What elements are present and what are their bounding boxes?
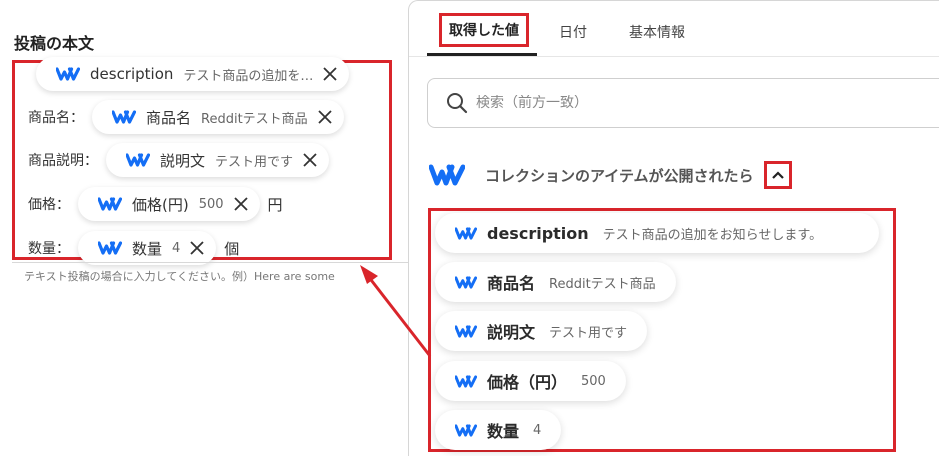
field-hint: テキスト投稿の場合に入力してください。例）Here are some bbox=[24, 270, 335, 283]
value-item-name: 価格（円） bbox=[487, 373, 568, 392]
chip-value: Redditテスト商品 bbox=[201, 111, 308, 127]
collection-header: コレクションのアイテムが公開されたら bbox=[429, 161, 792, 189]
field-label: 商品名： bbox=[28, 110, 84, 126]
chip-name: 説明文 bbox=[160, 151, 206, 170]
tab-retrieved-values[interactable]: 取得した値 bbox=[439, 13, 529, 47]
field-row-quantity: 数量： 数量 4 個 bbox=[28, 231, 239, 265]
webflow-logo-icon bbox=[112, 110, 136, 124]
search-input[interactable] bbox=[476, 95, 876, 111]
value-item-product-name[interactable]: 商品名 Redditテスト商品 bbox=[435, 262, 676, 302]
tab-bar: 取得した値 日付 基本情報 bbox=[409, 1, 939, 57]
active-tab-indicator bbox=[427, 53, 537, 56]
variable-chip-price[interactable]: 価格(円) 500 bbox=[78, 187, 260, 221]
webflow-logo-icon bbox=[455, 423, 477, 437]
close-icon[interactable] bbox=[323, 67, 338, 81]
chip-value: テスト用です bbox=[215, 154, 294, 170]
value-item-value: テスト用です bbox=[549, 325, 628, 341]
chip-name: description bbox=[90, 65, 174, 83]
chip-value: 4 bbox=[172, 240, 181, 256]
chip-value: 500 bbox=[198, 196, 224, 212]
chip-name: 商品名 bbox=[146, 108, 192, 127]
webflow-logo-icon bbox=[56, 67, 80, 81]
field-row-description: description テスト商品の追加を… bbox=[36, 57, 350, 91]
variable-chip-product-name[interactable]: 商品名 Redditテスト商品 bbox=[92, 100, 344, 134]
field-row-product-name: 商品名： 商品名 Redditテスト商品 bbox=[28, 100, 344, 134]
divider bbox=[12, 262, 408, 263]
webflow-logo-icon bbox=[429, 164, 465, 186]
webflow-logo-icon bbox=[455, 226, 477, 240]
chip-value: テスト商品の追加を… bbox=[183, 68, 314, 84]
value-item-description[interactable]: description テスト商品の追加をお知らせします。 bbox=[435, 213, 879, 253]
field-label: 価格： bbox=[28, 197, 70, 213]
webflow-logo-icon bbox=[98, 241, 122, 255]
variable-chip-quantity[interactable]: 数量 4 bbox=[78, 231, 217, 265]
value-item-value: テスト商品の追加をお知らせします。 bbox=[602, 227, 823, 243]
variable-chip-description-text[interactable]: 説明文 テスト用です bbox=[106, 143, 330, 177]
search-box[interactable] bbox=[427, 78, 939, 128]
close-icon[interactable] bbox=[233, 197, 248, 211]
value-item-value: 4 bbox=[533, 422, 542, 438]
webflow-logo-icon bbox=[98, 197, 122, 211]
field-label: 商品説明： bbox=[28, 153, 98, 169]
value-item-price[interactable]: 価格（円） 500 bbox=[435, 361, 626, 401]
variable-chip-description[interactable]: description テスト商品の追加を… bbox=[36, 57, 350, 91]
value-item-name: 説明文 bbox=[487, 323, 536, 342]
value-item-value: Redditテスト商品 bbox=[549, 276, 656, 292]
unit-suffix: 個 bbox=[224, 239, 240, 258]
chevron-up-icon bbox=[771, 171, 784, 179]
value-item-name: 数量 bbox=[487, 422, 520, 441]
search-icon bbox=[447, 93, 468, 114]
close-icon[interactable] bbox=[303, 153, 317, 167]
tab-date[interactable]: 日付 bbox=[559, 22, 587, 42]
section-title: 投稿の本文 bbox=[14, 34, 95, 53]
close-icon[interactable] bbox=[318, 110, 332, 124]
value-item-name: description bbox=[487, 223, 589, 243]
webflow-logo-icon bbox=[455, 374, 477, 388]
unit-suffix: 円 bbox=[267, 195, 283, 214]
collection-title: コレクションのアイテムが公開されたら bbox=[485, 166, 754, 185]
chip-name: 価格(円) bbox=[132, 195, 189, 214]
field-row-price: 価格： 価格(円) 500 円 bbox=[28, 187, 283, 221]
webflow-logo-icon bbox=[455, 275, 477, 289]
collapse-button[interactable] bbox=[763, 161, 792, 189]
field-label: 数量： bbox=[28, 241, 70, 257]
chip-name: 数量 bbox=[132, 239, 163, 258]
tab-basic-info[interactable]: 基本情報 bbox=[629, 22, 685, 42]
value-item-description-text[interactable]: 説明文 テスト用です bbox=[435, 311, 648, 351]
close-icon[interactable] bbox=[190, 241, 204, 255]
webflow-logo-icon bbox=[455, 324, 477, 338]
field-row-product-description: 商品説明： 説明文 テスト用です bbox=[28, 143, 330, 177]
value-item-value: 500 bbox=[581, 373, 606, 389]
value-item-quantity[interactable]: 数量 4 bbox=[435, 410, 562, 450]
webflow-logo-icon bbox=[126, 153, 150, 167]
value-item-name: 商品名 bbox=[487, 274, 536, 293]
